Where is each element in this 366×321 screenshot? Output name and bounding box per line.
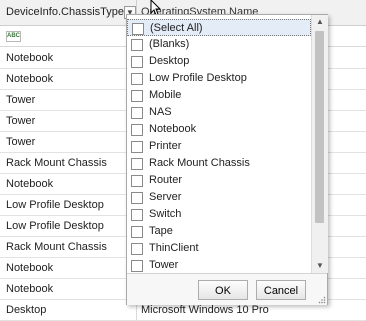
filter-list-item[interactable]: Printer — [127, 138, 311, 155]
checkbox[interactable] — [131, 260, 143, 272]
chassis-type-cell[interactable]: Notebook — [0, 47, 137, 68]
filter-value-list: (Select All) (Blanks) Desktop Low Profile D… — [127, 15, 311, 273]
filter-list-scrollbar[interactable]: ▲ ▼ — [311, 15, 328, 273]
chassis-type-cell[interactable]: Notebook — [0, 257, 137, 278]
scroll-up-icon[interactable]: ▲ — [312, 15, 328, 29]
cell-text: Notebook — [6, 52, 54, 64]
filter-item-label: NAS — [149, 106, 172, 118]
filter-item-label: (Select All) — [150, 22, 203, 34]
filter-item-label: Server — [149, 191, 182, 203]
abc-filter-icon[interactable]: ABC — [6, 31, 21, 42]
cell-text: Low Profile Desktop — [6, 199, 104, 211]
filter-item-label: Low Profile Desktop — [149, 72, 247, 84]
filter-list-item[interactable]: Mobile — [127, 87, 311, 104]
cell-text: Rack Mount Chassis — [6, 241, 107, 253]
cell-text: Desktop — [6, 304, 47, 316]
cell-text: Notebook — [6, 262, 54, 274]
filter-list-item[interactable]: Tape — [127, 223, 311, 240]
checkbox[interactable] — [131, 39, 143, 51]
filter-item-label: Router — [149, 174, 183, 186]
filter-list-item[interactable]: Switch — [127, 206, 311, 223]
filter-list-item[interactable]: Server — [127, 189, 311, 206]
chassis-type-cell[interactable]: Rack Mount Chassis — [0, 236, 137, 257]
filter-list-item[interactable]: ThinClient — [127, 240, 311, 257]
cell-text: Tower — [6, 94, 36, 106]
resize-grip-icon[interactable] — [318, 296, 326, 304]
filter-list-item[interactable]: NAS — [127, 104, 311, 121]
scroll-down-icon[interactable]: ▼ — [312, 259, 328, 273]
filter-item-label: Switch — [149, 208, 182, 220]
filter-list-item[interactable]: (Blanks) — [127, 36, 311, 53]
cell-text: Tower — [6, 115, 36, 127]
filter-item-label: Mobile — [149, 89, 182, 101]
filter-list-item[interactable]: Desktop — [127, 53, 311, 70]
cell-text: Low Profile Desktop — [6, 220, 104, 232]
cell-text: Notebook — [6, 178, 54, 190]
filter-list-item[interactable]: (Select All) — [127, 19, 311, 36]
column-header-chassis-type[interactable]: DeviceInfo.ChassisType ▼ — [0, 0, 137, 25]
cell-text: Notebook — [6, 73, 54, 85]
chassis-type-cell[interactable]: Desktop — [0, 299, 137, 320]
chassis-type-cell[interactable]: Low Profile Desktop — [0, 215, 137, 236]
cell-text: Rack Mount Chassis — [6, 157, 107, 169]
filter-list-item[interactable]: Low Profile Desktop — [127, 70, 311, 87]
os-name-cell: Microsoft Windows 10 Pro — [141, 304, 269, 316]
data-grid: DeviceInfo.ChassisType ▼ OperatingSystem… — [0, 0, 366, 321]
filter-item-label: (Blanks) — [149, 38, 190, 50]
chassis-type-cell[interactable]: Tower — [0, 89, 137, 110]
filter-item-label: Rack Mount Chassis — [149, 157, 250, 169]
checkbox[interactable] — [131, 226, 143, 238]
cancel-button[interactable]: Cancel — [256, 280, 306, 300]
filter-item-label: ThinClient — [149, 242, 199, 254]
filter-list-item[interactable]: Router — [127, 172, 311, 189]
filter-popup-footer: OK Cancel — [127, 273, 327, 305]
column-header-label: DeviceInfo.ChassisType — [6, 6, 124, 18]
chassis-type-cell[interactable]: Notebook — [0, 173, 137, 194]
checkbox[interactable] — [131, 243, 143, 255]
filter-item-label: Printer — [149, 140, 182, 152]
checkbox[interactable] — [131, 56, 143, 68]
chassis-type-cell[interactable]: Low Profile Desktop — [0, 194, 137, 215]
checkbox[interactable] — [131, 90, 143, 102]
checkbox[interactable] — [131, 158, 143, 170]
chassis-type-cell[interactable]: Notebook — [0, 278, 137, 299]
checkbox[interactable] — [132, 23, 144, 35]
cell-text: Tower — [6, 136, 36, 148]
scrollbar-thumb[interactable] — [315, 31, 324, 223]
filter-list-item[interactable]: Notebook — [127, 121, 311, 138]
filter-item-label: Notebook — [149, 123, 197, 135]
chassis-type-cell[interactable]: Tower — [0, 131, 137, 152]
checkbox[interactable] — [131, 73, 143, 85]
filter-list-item[interactable]: Rack Mount Chassis — [127, 155, 311, 172]
filter-popup: (Select All) (Blanks) Desktop Low Profile D… — [126, 14, 328, 305]
checkbox[interactable] — [131, 175, 143, 187]
cell-text: Notebook — [6, 283, 54, 295]
chassis-type-cell[interactable]: Rack Mount Chassis — [0, 152, 137, 173]
auto-filter-cell[interactable]: ABC — [0, 26, 137, 46]
checkbox[interactable] — [131, 107, 143, 119]
checkbox[interactable] — [131, 192, 143, 204]
checkbox[interactable] — [131, 124, 143, 136]
checkbox[interactable] — [131, 209, 143, 221]
filter-item-label: Tape — [149, 225, 173, 237]
filter-list-item[interactable]: Tower — [127, 257, 311, 273]
filter-item-label: Tower — [149, 259, 179, 271]
chassis-type-cell[interactable]: Notebook — [0, 68, 137, 89]
filter-item-label: Desktop — [149, 55, 190, 67]
checkbox[interactable] — [131, 141, 143, 153]
ok-button[interactable]: OK — [198, 280, 248, 300]
chassis-type-cell[interactable]: Tower — [0, 110, 137, 131]
